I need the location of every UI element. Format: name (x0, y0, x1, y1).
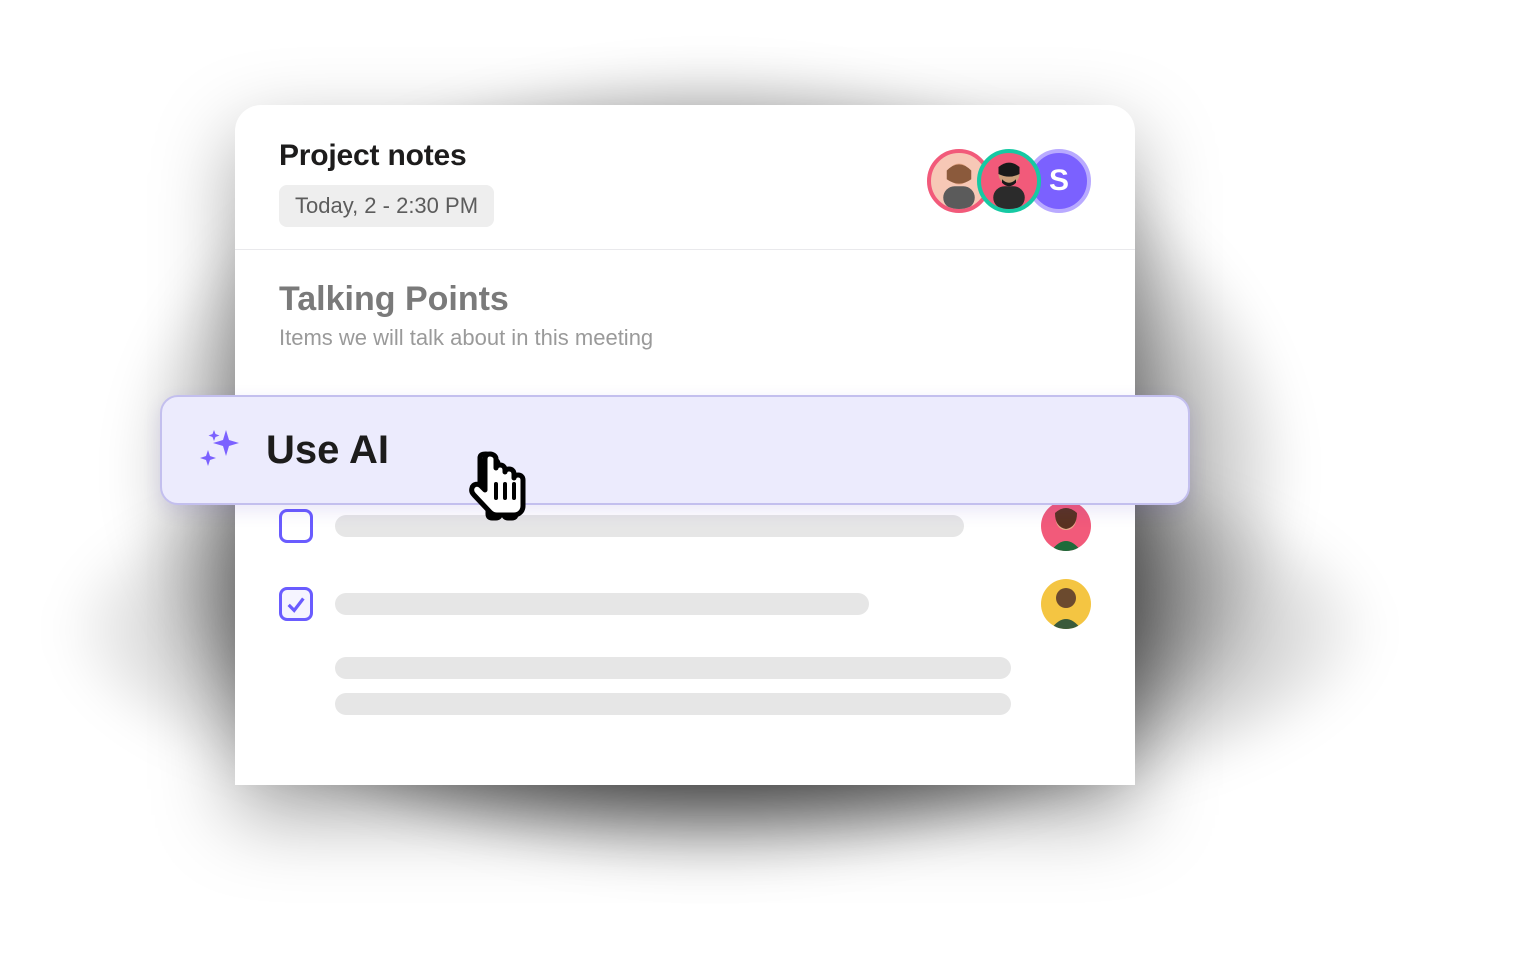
list-item[interactable] (279, 501, 1091, 551)
section-title: Talking Points (279, 280, 1091, 319)
use-ai-label: Use AI (266, 428, 389, 473)
sparkle-icon (196, 426, 244, 474)
pointer-cursor-icon (450, 440, 540, 530)
list-item[interactable] (279, 579, 1091, 629)
assignee-avatar[interactable] (1041, 579, 1091, 629)
avatar[interactable] (977, 149, 1041, 213)
card-header: Project notes Today, 2 - 2:30 PM S (235, 105, 1135, 250)
checkbox-checked[interactable] (279, 587, 313, 621)
use-ai-button[interactable]: Use AI (160, 395, 1190, 505)
talking-points-section: Talking Points Items we will talk about … (235, 250, 1135, 351)
placeholder-text-line (335, 593, 869, 615)
checkbox-unchecked[interactable] (279, 509, 313, 543)
assignee-avatar[interactable] (1041, 501, 1091, 551)
placeholder-text-line (335, 515, 964, 537)
avatar-initial-letter: S (1049, 164, 1069, 198)
placeholder-text-line (335, 657, 1011, 679)
placeholder-text-line (335, 693, 1011, 715)
participant-avatars[interactable]: S (927, 149, 1091, 213)
section-subtitle: Items we will talk about in this meeting (279, 325, 1091, 351)
meeting-time-pill[interactable]: Today, 2 - 2:30 PM (279, 185, 494, 227)
document-title[interactable]: Project notes (279, 139, 494, 173)
